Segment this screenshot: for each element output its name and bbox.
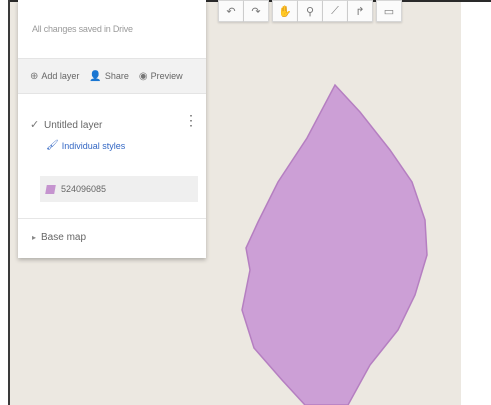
- add-layer-button[interactable]: ⊕ Add layer: [30, 71, 79, 82]
- eye-icon: ◉: [138, 70, 148, 82]
- layer-options-button[interactable]: ⋮: [184, 113, 198, 127]
- polygon-swatch-icon: [45, 184, 56, 194]
- individual-styles-label: Individual styles: [61, 140, 126, 151]
- paint-roller-icon: 🖌: [46, 140, 59, 151]
- feature-label: 524096085: [61, 184, 107, 194]
- marker-icon: ⚲: [305, 5, 315, 18]
- line-icon: ⟋: [331, 4, 339, 17]
- base-map-label: Base map: [41, 232, 87, 243]
- layer-header: ✓ Untitled layer ⋮: [30, 113, 200, 135]
- base-map-toggle[interactable]: ▸ Base map: [32, 232, 86, 243]
- expand-arrow-icon: ▸: [32, 233, 37, 242]
- add-layer-icon: ⊕: [30, 70, 39, 82]
- save-status: All changes saved in Drive: [32, 24, 133, 34]
- share-label: Share: [104, 71, 129, 81]
- select-items-button[interactable]: ✋: [272, 0, 298, 22]
- draw-line-button[interactable]: ⟋: [323, 0, 348, 22]
- undo-button[interactable]: ↶: [218, 0, 244, 22]
- feature-list-item[interactable]: 524096085: [40, 176, 198, 202]
- ruler-icon: ▭: [383, 5, 395, 18]
- preview-label: Preview: [150, 71, 183, 81]
- add-person-icon: 👤: [89, 70, 102, 82]
- add-marker-button[interactable]: ⚲: [298, 0, 323, 22]
- share-button[interactable]: 👤 Share: [89, 71, 128, 82]
- drawn-polygon[interactable]: [241, 83, 428, 405]
- draw-tools-group: ✋ ⚲ ⟋ ↱: [272, 0, 373, 22]
- map-toolbar: ↶ ↷ ✋ ⚲ ⟋ ↱ ▭: [218, 0, 402, 22]
- individual-styles-link[interactable]: 🖌 Individual styles: [46, 140, 125, 151]
- add-directions-button[interactable]: ↱: [348, 0, 373, 22]
- layer-visibility-checkbox[interactable]: ✓: [30, 118, 39, 131]
- map-edge-strip: [461, 0, 491, 405]
- layer-name[interactable]: Untitled layer: [44, 120, 102, 131]
- panel-divider: [18, 218, 206, 219]
- hand-icon: ✋: [278, 5, 292, 18]
- undo-icon: ↶: [226, 5, 236, 18]
- redo-icon: ↷: [251, 5, 261, 18]
- preview-button[interactable]: ◉ Preview: [139, 71, 183, 82]
- left-border: [8, 0, 10, 405]
- add-layer-label: Add layer: [41, 71, 80, 81]
- redo-button[interactable]: ↷: [244, 0, 269, 22]
- measure-button[interactable]: ▭: [376, 0, 402, 22]
- layers-panel: All changes saved in Drive ⊕ Add layer 👤…: [18, 0, 206, 258]
- panel-actions-bar: ⊕ Add layer 👤 Share ◉ Preview: [18, 58, 206, 94]
- directions-icon: ↱: [355, 5, 365, 18]
- history-group: ↶ ↷: [218, 0, 269, 22]
